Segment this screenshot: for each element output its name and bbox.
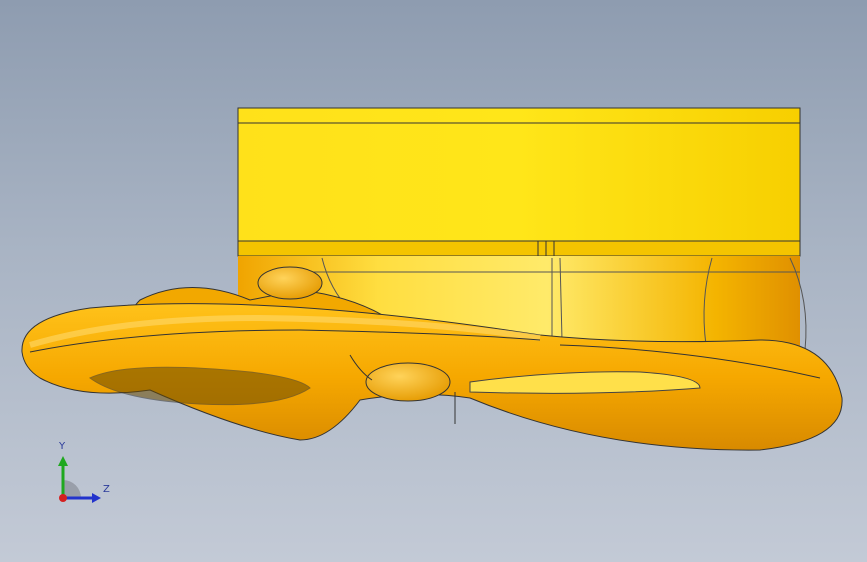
model-scene[interactable] [0,0,867,562]
y-axis-label: Y [59,441,66,452]
mounting-block[interactable] [237,107,801,257]
z-axis-label: Z [103,484,110,495]
z-axis-arrow [92,493,101,503]
cad-viewport[interactable]: Y Z [0,0,867,562]
axis-triad[interactable]: Y Z [40,440,120,520]
triad-graphic [58,456,101,503]
y-axis-arrow [58,456,68,466]
x-axis-dot [59,494,67,502]
